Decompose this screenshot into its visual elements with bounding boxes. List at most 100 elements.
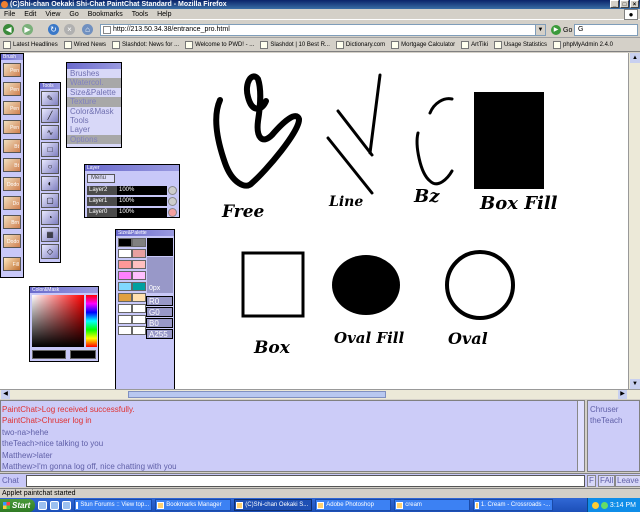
canvas-vertical-scrollbar[interactable]: ▲ ▼ [628,53,640,389]
quicklaunch-app-icon[interactable] [62,500,72,510]
bookmark-item[interactable]: Slashdot | 10 Best R... [260,41,330,49]
select-tool-icon[interactable]: ◇ [41,244,59,259]
menu-item-options[interactable]: Options [67,134,121,145]
brush-burn-icon[interactable]: Brn [3,215,21,229]
start-button[interactable]: Start [0,498,36,512]
menu-item-layer[interactable]: Layer [67,125,121,134]
bookmark-item[interactable]: Latest Headlines [3,41,58,49]
taskbar-item[interactable]: Adobe Photoshop [315,499,392,511]
layer-row[interactable]: Layer0 100% [87,207,179,217]
taskbar-item[interactable]: 1. Cream - Crossroads -... [473,499,554,511]
brush-dodge-icon[interactable]: Dodo [3,177,21,191]
brush-dodge-icon[interactable]: Do [3,196,21,210]
palette-swatch[interactable] [118,293,132,302]
alpha-value[interactable]: A255 [146,329,173,339]
chat-log[interactable]: PaintChat>Log received successfully. Pai… [0,400,585,472]
minimize-button[interactable]: _ [610,0,619,8]
fall-button[interactable]: FAll [598,475,616,487]
scroll-right-icon[interactable]: ▶ [618,390,627,399]
brush-blur-icon[interactable]: Bt [3,139,21,153]
palette-swatch[interactable] [118,260,132,269]
quicklaunch-browser-icon[interactable] [50,500,60,510]
menu-view[interactable]: View [45,9,60,20]
menu-go[interactable]: Go [69,9,78,20]
bucket-fill-icon[interactable]: Fill [3,257,21,271]
green-value[interactable]: G0 [146,307,173,317]
palette-swatch[interactable] [118,271,132,280]
scroll-down-icon[interactable]: ▼ [630,379,640,389]
scroll-left-icon[interactable]: ◀ [1,390,10,399]
line-tool-icon[interactable]: ╱ [41,108,59,123]
palette-swatch[interactable] [118,282,132,291]
panel-menu[interactable]: Brushes Watercol. Size&Palette Texture C… [66,62,122,148]
color-picker-area[interactable] [32,295,84,347]
quicklaunch-desktop-icon[interactable] [38,500,48,510]
bookmark-item[interactable]: Mortgage Calculator [391,41,455,49]
bookmark-item[interactable]: Usage Statistics [493,41,547,49]
box-tool-icon[interactable]: □ [41,142,59,157]
user-list[interactable]: Chruser theTeach [587,400,640,472]
layer-panel[interactable]: Layer Menu Layer2 100% Layer1 100% Layer… [84,164,180,218]
palette-swatch[interactable] [132,282,146,291]
home-button[interactable]: ⌂ [82,24,93,35]
user-item[interactable]: Chruser [590,404,639,415]
palette-swatch[interactable] [118,249,132,258]
palette-swatch[interactable] [132,304,146,313]
bezier-tool-icon[interactable]: ∿ [41,125,59,140]
grid-tool-icon[interactable]: ▦ [41,227,59,242]
size-palette-panel[interactable]: Size&Palette 0px R0 G0 B0 A255 [115,229,175,393]
bookmark-item[interactable]: Welcome to PWD! - ... [185,41,254,49]
oval-tool-icon[interactable]: ○ [41,159,59,174]
menu-item-tools[interactable]: Tools [67,116,121,125]
bookmark-item[interactable]: Slashdot: News for ... [112,41,179,49]
menu-item-color-mask[interactable]: Color&Mask [67,107,121,116]
bookmark-item[interactable]: phpMyAdmin 2.4.0 [552,41,613,49]
bookmark-item[interactable]: ArtTiki [461,41,488,49]
tools-panel[interactable]: Tools ✎ ╱ ∿ □ ○ ◐ ▢ ◔ ▦ ◇ [39,82,61,263]
freehand-tool-icon[interactable]: ✎ [41,91,59,106]
red-value[interactable]: R0 [146,296,173,306]
palette-swatch[interactable] [132,238,146,247]
forward-button[interactable]: ▶ [22,24,33,35]
brush-pen-icon[interactable]: Pen [3,82,21,96]
layer-row[interactable]: Layer2 100% [87,185,179,195]
palette-swatch[interactable] [132,315,146,324]
close-button[interactable]: × [630,0,639,8]
hue-slider[interactable] [86,295,97,347]
lasso-tool-icon[interactable]: ◔ [41,210,59,225]
taskbar-item[interactable]: Stun Forums :: View top... [74,499,153,511]
tray-icon[interactable] [600,501,608,509]
palette-swatch[interactable] [132,249,146,258]
bookmark-item[interactable]: Dictionary.com [335,41,385,49]
stop-button[interactable]: × [64,24,75,35]
menu-item-size-palette[interactable]: Size&Palette [67,88,121,97]
maximize-button[interactable]: □ [620,0,629,8]
layer-menu-button[interactable]: Menu [87,174,115,183]
blue-value[interactable]: B0 [146,318,173,328]
go-button[interactable]: ▶ Go [551,24,572,36]
canvas-horizontal-scrollbar[interactable]: ◀ ▶ [0,389,640,399]
chat-scrollbar[interactable] [577,401,584,471]
palette-swatch[interactable] [132,260,146,269]
url-input[interactable]: http://213.50.34.38/entrance_pro.html ▼ [100,24,546,36]
tray-icon[interactable] [591,501,599,509]
scroll-thumb[interactable] [128,391,386,398]
taskbar-item[interactable]: cream [394,499,471,511]
mask-color-box[interactable] [32,350,66,359]
user-item[interactable]: theTeach [590,415,639,426]
palette-swatch[interactable] [132,293,146,302]
layer-visibility-toggle[interactable] [168,207,177,217]
chat-input[interactable] [26,475,585,487]
color-mask-panel[interactable]: Color&Mask [29,286,99,362]
back-button[interactable]: ◀ [3,24,14,35]
box-fill-tool-icon[interactable]: ▢ [41,193,59,208]
f-button[interactable]: F [587,475,596,487]
menu-item-texture[interactable]: Texture [67,97,121,107]
brush-pen-icon[interactable]: Pen [3,101,21,115]
brush-blur-icon[interactable]: Bt [3,158,21,172]
menu-file[interactable]: File [4,9,15,20]
oval-fill-tool-icon[interactable]: ◐ [41,176,59,191]
mask-color-box[interactable] [70,350,96,359]
taskbar-item[interactable]: Bookmarks Manager [155,499,232,511]
brush-panel[interactable]: Brush Pen Pen Pen Pen Bt Bt Dodo Do Brn … [0,53,24,278]
